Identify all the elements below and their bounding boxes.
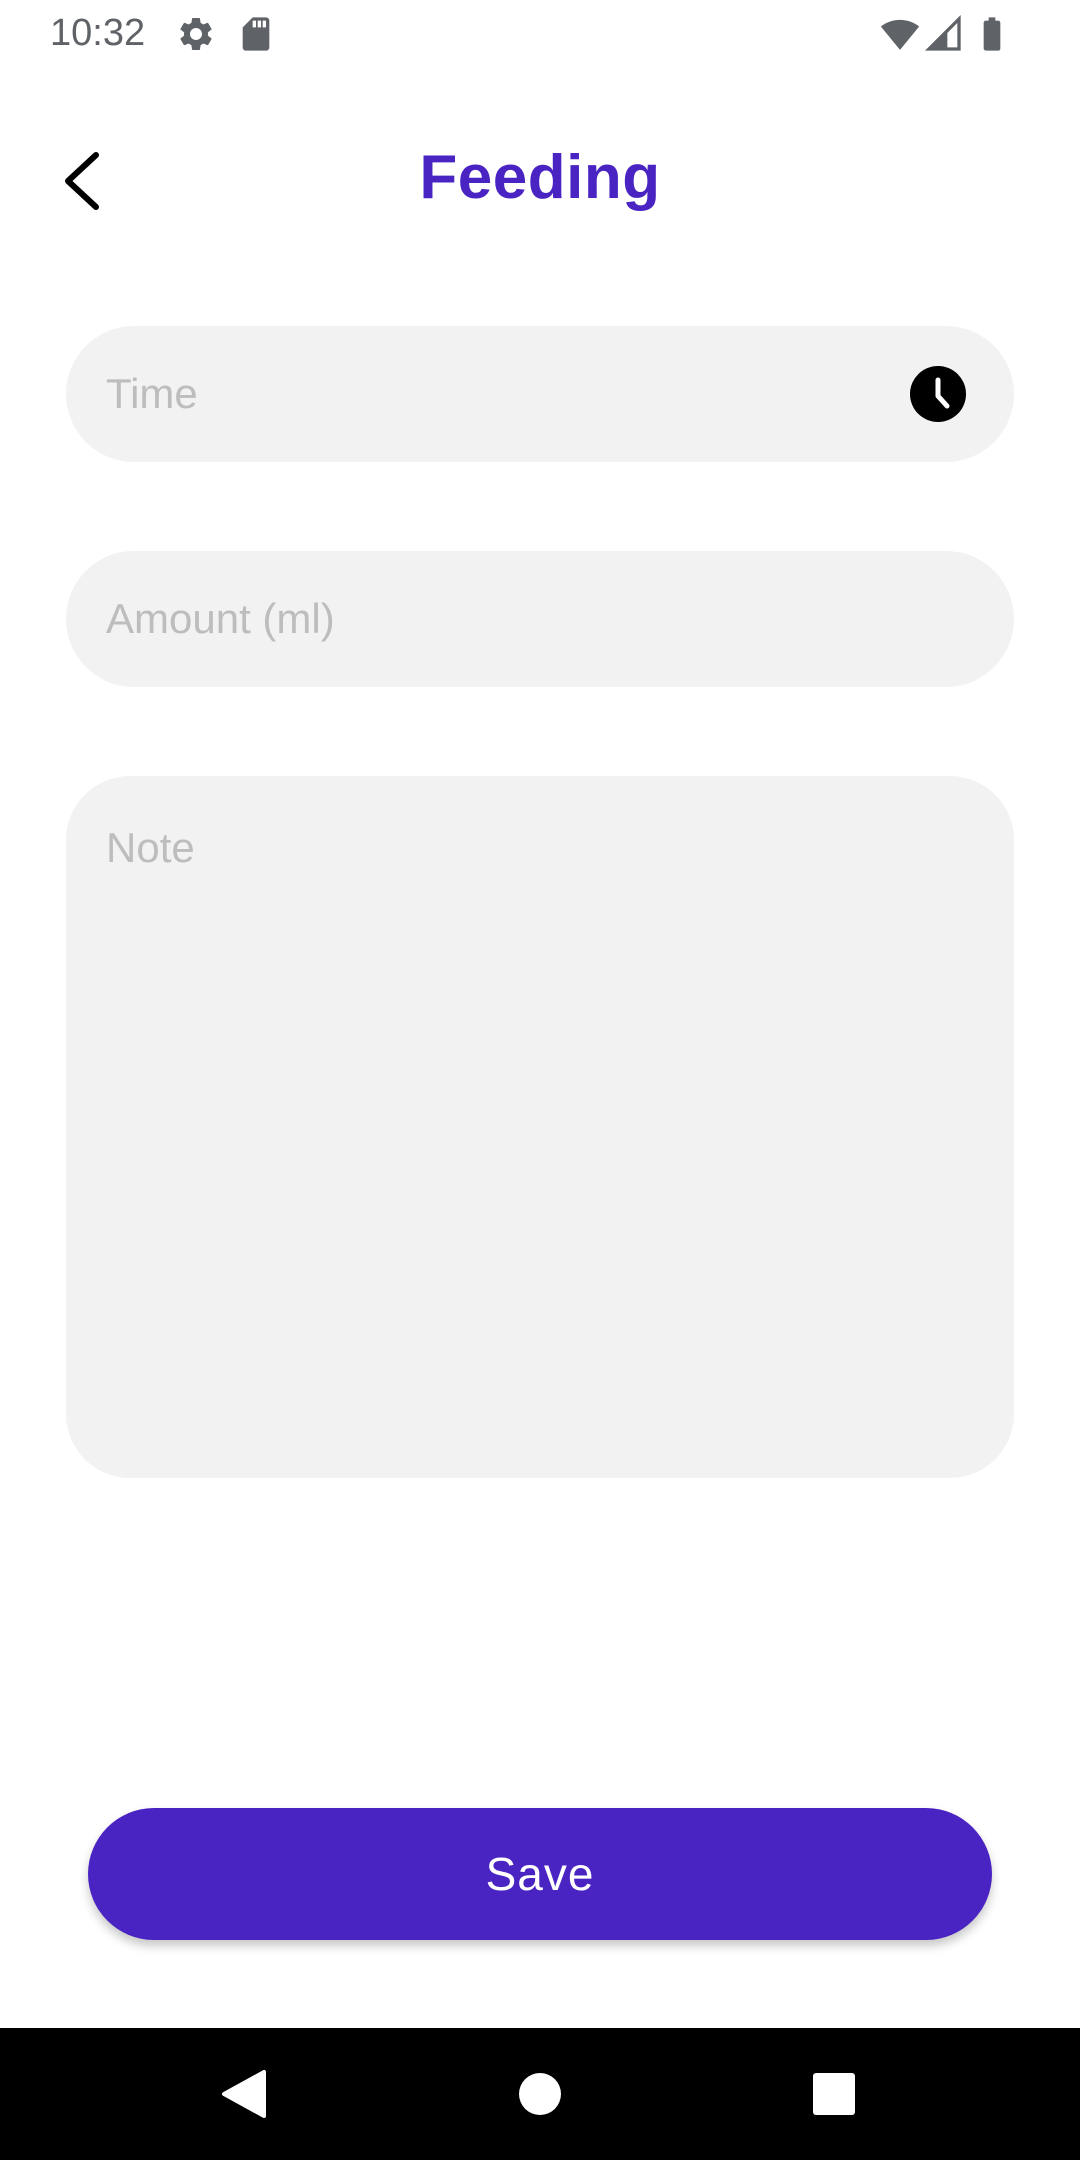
recents-square-icon: [813, 2073, 855, 2115]
status-bar: 10:32: [0, 0, 1080, 66]
back-triangle-icon: [222, 2070, 266, 2118]
gear-icon: [180, 18, 212, 50]
page-title: Feeding: [419, 143, 661, 212]
save-button[interactable]: Save: [88, 1808, 992, 1940]
system-nav-bar: [0, 2028, 1080, 2160]
time-field[interactable]: [66, 326, 1014, 462]
app-header: Feeding: [0, 120, 1080, 240]
wifi-icon: [880, 19, 920, 50]
nav-home-button[interactable]: [508, 2062, 572, 2126]
note-field[interactable]: [66, 776, 1014, 1478]
home-circle-icon: [519, 2073, 561, 2115]
status-time: 10:32: [50, 12, 146, 54]
battery-icon: [983, 17, 1001, 51]
sd-card-icon: [242, 17, 270, 51]
nav-recents-button[interactable]: [802, 2062, 866, 2126]
note-textarea[interactable]: [106, 822, 974, 1442]
signal-icon: [924, 14, 961, 51]
time-input[interactable]: [106, 326, 906, 462]
save-button-label: Save: [485, 1848, 595, 1900]
amount-input[interactable]: [106, 551, 966, 687]
feeding-screen: 10:32 Feeding Time Amount (ml) Note Save: [0, 0, 1080, 2160]
amount-field[interactable]: [66, 551, 1014, 687]
nav-back-button[interactable]: [212, 2062, 276, 2126]
clock-icon[interactable]: [910, 366, 966, 422]
